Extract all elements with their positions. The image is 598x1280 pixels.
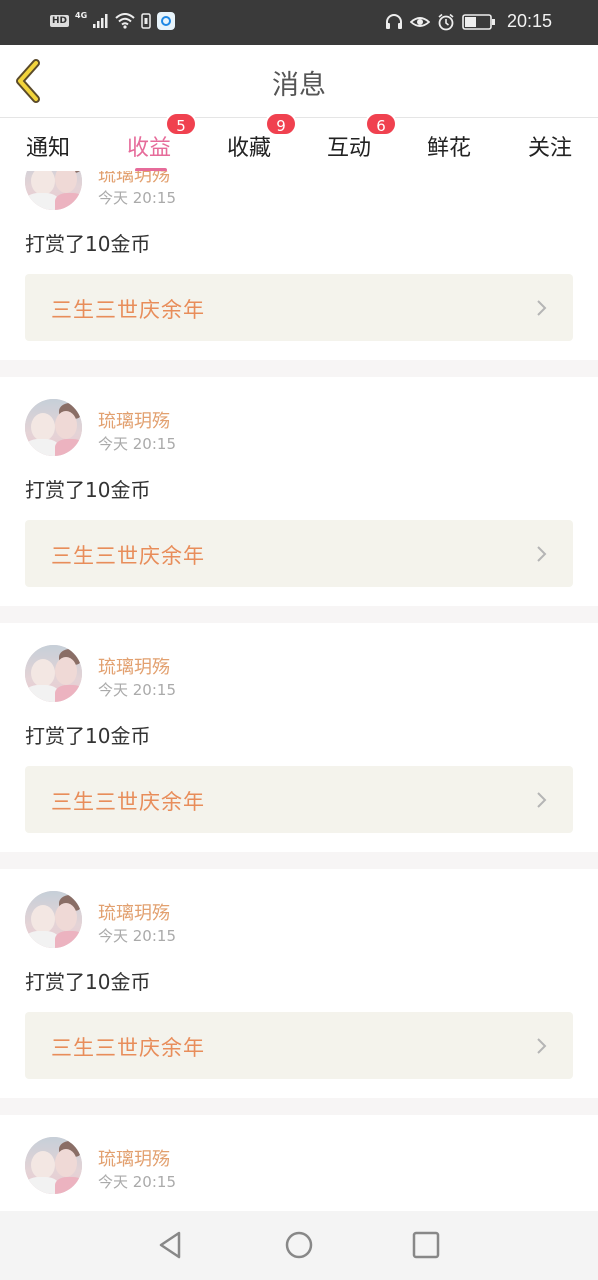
book-link[interactable]: 三生三世庆余年 bbox=[25, 1012, 573, 1079]
avatar[interactable] bbox=[25, 891, 82, 948]
message-list[interactable]: 琉璃玥殇 今天 20:15 打赏了10金币 三生三世庆余年 琉璃玥殇 今天 20… bbox=[0, 171, 598, 1211]
book-link[interactable]: 三生三世庆余年 bbox=[25, 274, 573, 341]
unread-badge: 6 bbox=[365, 112, 397, 136]
tab-label: 互动 bbox=[326, 136, 371, 161]
message-card: 琉璃玥殇 今天 20:15 打赏了10金币 三生三世庆余年 bbox=[0, 1115, 598, 1211]
username[interactable]: 琉璃玥殇 bbox=[98, 407, 170, 433]
message-time: 今天 20:15 bbox=[98, 435, 176, 453]
card-separator bbox=[0, 606, 598, 623]
card-separator bbox=[0, 852, 598, 869]
tab-label: 收藏 bbox=[226, 136, 271, 161]
page-title: 消息 bbox=[272, 70, 326, 101]
status-time: 20:15 bbox=[506, 11, 552, 31]
tab-favorites[interactable]: 收藏 9 bbox=[199, 112, 299, 162]
avatar[interactable] bbox=[25, 1137, 82, 1194]
message-card: 琉璃玥殇 今天 20:15 打赏了10金币 三生三世庆余年 bbox=[0, 377, 598, 606]
book-title: 三生三世庆余年 bbox=[51, 544, 205, 568]
tab-label: 收益 bbox=[126, 136, 171, 161]
app-icon bbox=[157, 12, 176, 30]
chevron-right-icon bbox=[537, 546, 547, 562]
network-type-label: 4G bbox=[75, 10, 88, 20]
message-time: 今天 20:15 bbox=[98, 1173, 176, 1191]
unread-badge: 5 bbox=[165, 112, 197, 136]
username[interactable]: 琉璃玥殇 bbox=[98, 1145, 170, 1171]
book-title: 三生三世庆余年 bbox=[51, 298, 205, 322]
tab-label: 通知 bbox=[25, 136, 70, 161]
wifi-icon bbox=[115, 13, 135, 29]
status-left-icons: HD 4G bbox=[50, 10, 176, 30]
reward-text: 打赏了10金币 bbox=[25, 970, 151, 994]
status-bar: HD 4G 20:15 bbox=[0, 0, 598, 45]
battery-icon bbox=[462, 13, 495, 30]
book-link[interactable]: 三生三世庆余年 bbox=[25, 520, 573, 587]
chevron-right-icon bbox=[537, 300, 547, 316]
message-time: 今天 20:15 bbox=[98, 189, 176, 207]
message-card: 琉璃玥殇 今天 20:15 打赏了10金币 三生三世庆余年 bbox=[0, 869, 598, 1098]
reward-text: 打赏了10金币 bbox=[25, 478, 151, 502]
card-separator bbox=[0, 1098, 598, 1115]
username[interactable]: 琉璃玥殇 bbox=[98, 899, 170, 925]
card-separator bbox=[0, 360, 598, 377]
reward-text: 打赏了10金币 bbox=[25, 232, 151, 256]
message-card: 琉璃玥殇 今天 20:15 打赏了10金币 三生三世庆余年 bbox=[0, 171, 598, 360]
eye-icon bbox=[409, 16, 430, 27]
tab-bar: 通知 收益 5 收藏 9 互动 6 鲜花 关注 bbox=[0, 112, 598, 172]
avatar[interactable] bbox=[25, 171, 82, 210]
book-title: 三生三世庆余年 bbox=[51, 1036, 205, 1060]
message-list-inner: 琉璃玥殇 今天 20:15 打赏了10金币 三生三世庆余年 琉璃玥殇 今天 20… bbox=[0, 171, 598, 1211]
book-title: 三生三世庆余年 bbox=[51, 790, 205, 814]
hd-icon: HD bbox=[50, 15, 70, 27]
tab-label: 关注 bbox=[527, 136, 572, 161]
tab-earnings[interactable]: 收益 5 bbox=[99, 112, 199, 172]
username[interactable]: 琉璃玥殇 bbox=[98, 171, 170, 187]
tab-label: 鲜花 bbox=[426, 136, 471, 161]
avatar[interactable] bbox=[25, 399, 82, 456]
message-time: 今天 20:15 bbox=[98, 927, 176, 945]
tab-interactions[interactable]: 互动 6 bbox=[299, 112, 399, 162]
book-link[interactable]: 三生三世庆余年 bbox=[25, 766, 573, 833]
unread-badge: 9 bbox=[265, 112, 297, 136]
avatar[interactable] bbox=[25, 645, 82, 702]
message-time: 今天 20:15 bbox=[98, 681, 176, 699]
headphones-icon bbox=[385, 13, 402, 29]
username[interactable]: 琉璃玥殇 bbox=[98, 653, 170, 679]
status-right-icons: 20:15 bbox=[385, 11, 552, 32]
signal-icon bbox=[93, 14, 108, 28]
header: 消息 bbox=[0, 45, 598, 117]
tab-following[interactable]: 关注 bbox=[500, 130, 598, 162]
system-nav-bar bbox=[0, 1211, 598, 1280]
message-card: 琉璃玥殇 今天 20:15 打赏了10金币 三生三世庆余年 bbox=[0, 623, 598, 852]
chevron-right-icon bbox=[537, 1038, 547, 1054]
reward-text: 打赏了10金币 bbox=[25, 724, 151, 748]
tab-notifications[interactable]: 通知 bbox=[0, 130, 98, 162]
home-circle-icon[interactable] bbox=[281, 1227, 317, 1263]
tab-flowers[interactable]: 鲜花 bbox=[399, 130, 499, 162]
alarm-icon bbox=[438, 13, 454, 30]
back-triangle-icon[interactable] bbox=[153, 1227, 189, 1263]
chevron-right-icon bbox=[537, 792, 547, 808]
recents-square-icon[interactable] bbox=[408, 1227, 444, 1263]
sim-icon bbox=[141, 13, 151, 29]
